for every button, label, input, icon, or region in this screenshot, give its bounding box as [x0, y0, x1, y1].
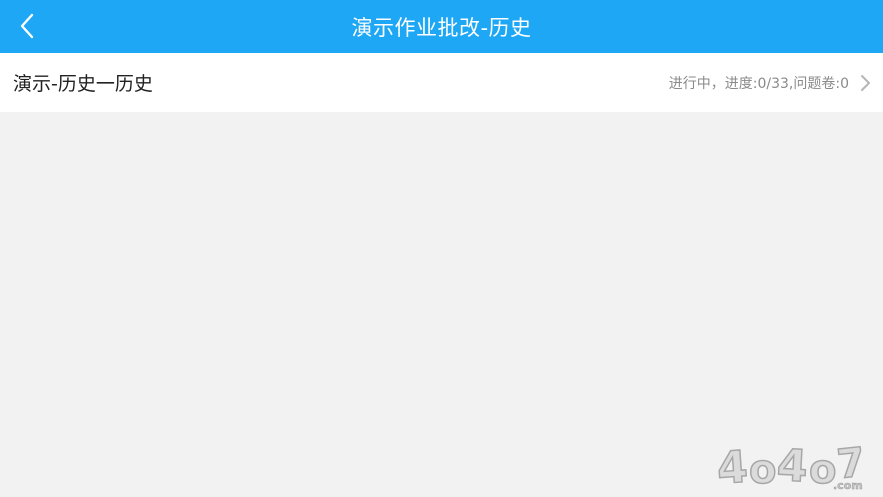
watermark-logo: 4 o 4 o 7 .com	[715, 439, 868, 491]
navigation-bar: 演示作业批改-历史	[0, 0, 883, 53]
list-item-status: 进行中，进度:0/33,问题卷:0	[668, 75, 849, 92]
svg-text:4: 4	[715, 442, 749, 491]
svg-text:4: 4	[776, 440, 809, 491]
svg-text:o: o	[749, 447, 776, 491]
back-button[interactable]	[12, 9, 42, 43]
list-item[interactable]: 演示-历史一历史 进行中，进度:0/33,问题卷:0	[0, 53, 883, 112]
chevron-right-icon	[861, 75, 870, 91]
page-title: 演示作业批改-历史	[351, 15, 532, 40]
homework-list: 演示-历史一历史 进行中，进度:0/33,问题卷:0	[0, 53, 883, 112]
svg-text:.com: .com	[833, 479, 863, 491]
chevron-left-icon	[20, 13, 34, 39]
list-item-title: 演示-历史一历史	[13, 73, 153, 95]
